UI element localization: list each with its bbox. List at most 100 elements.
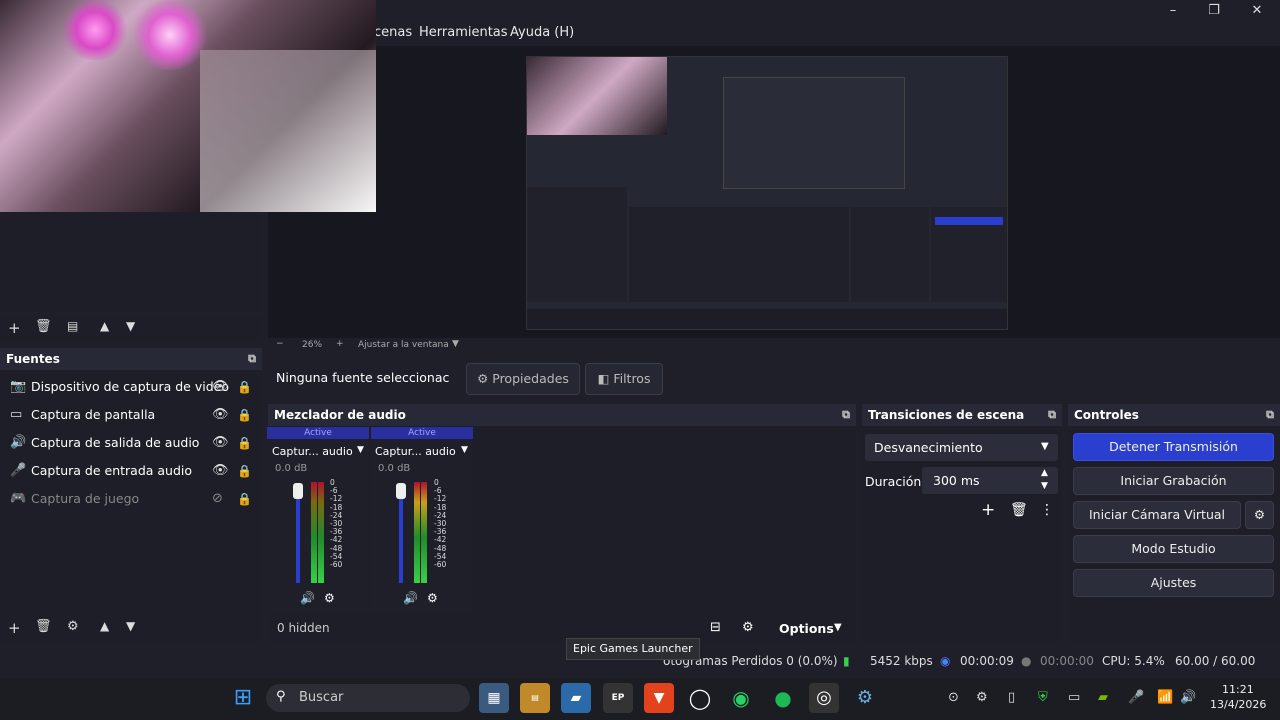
clock-time[interactable]: 11:21 — [1222, 683, 1254, 696]
chevron-down-icon[interactable]: ▼ — [357, 445, 364, 455]
options-button[interactable]: Options — [779, 621, 834, 636]
spotify-icon[interactable]: ● — [768, 683, 798, 713]
clock-date[interactable]: 13/4/2026 — [1210, 698, 1266, 711]
steam-tray-icon[interactable]: ⚙ — [976, 690, 988, 705]
lock-icon[interactable]: 🔒 — [237, 429, 252, 457]
layout-icon[interactable]: ⊟ — [710, 620, 721, 635]
lock-icon[interactable]: 🔒 — [237, 401, 252, 429]
window-app-icon[interactable]: ▦ — [479, 683, 509, 713]
speaker-icon[interactable]: 🔊 — [403, 591, 418, 605]
chevron-down-icon[interactable]: ▼ — [834, 622, 842, 633]
scene-filter-button[interactable]: ▤ — [67, 319, 78, 333]
steam-icon[interactable]: ⚙ — [850, 683, 880, 713]
duration-input[interactable]: 300 ms ▲ ▼ — [922, 467, 1058, 494]
source-row[interactable]: 🎮 Captura de juego ⊘ 🔒 — [0, 485, 262, 513]
settings-button[interactable]: Ajustes — [1073, 569, 1274, 597]
zoom-out-button[interactable]: − — [276, 339, 284, 349]
windows-start-icon[interactable]: ⊞ — [228, 683, 258, 713]
eye-icon[interactable]: 👁 — [212, 373, 229, 401]
trash-icon[interactable]: 🗑 — [35, 319, 52, 334]
studio-mode-button[interactable]: Modo Estudio — [1073, 535, 1274, 563]
nested-transitions — [851, 207, 929, 302]
source-row[interactable]: 🎤 Captura de entrada audio 👁 🔒 — [0, 457, 262, 485]
transition-select[interactable]: Desvanecimiento ▼ — [865, 434, 1058, 461]
preview-canvas[interactable] — [526, 56, 1008, 330]
wifi-icon[interactable]: 📶 — [1157, 690, 1173, 705]
slider-handle[interactable] — [396, 483, 406, 499]
filters-button[interactable]: ◧ Filtros — [585, 363, 663, 395]
zoom-in-button[interactable]: + — [336, 339, 344, 349]
sonos-icon[interactable]: ▤ — [520, 683, 550, 713]
properties-button[interactable]: ⚙ Propiedades — [466, 363, 580, 395]
speaker-icon[interactable]: 🔊 — [300, 591, 315, 605]
lock-icon[interactable]: 🔒 — [237, 457, 252, 485]
source-row[interactable]: 📷 Dispositivo de captura de video 👁 🔒 — [0, 373, 262, 401]
gear-icon[interactable]: ⚙ — [1245, 501, 1274, 529]
menu-tools[interactable]: Herramientas — [419, 25, 508, 40]
brave-icon[interactable]: ▼ — [644, 683, 674, 713]
epic-games-icon[interactable]: EP — [603, 683, 633, 713]
move-down-button[interactable]: ▼ — [126, 619, 135, 633]
volume-slider[interactable] — [296, 487, 300, 583]
audio-settings-icon[interactable]: ⚙ — [427, 591, 438, 605]
add-scene-button[interactable]: + — [8, 319, 21, 337]
channel-name[interactable]: Captur... audio — [375, 445, 456, 458]
slider-handle[interactable] — [293, 483, 303, 499]
taskbar-search[interactable]: ⚲ Buscar — [266, 684, 470, 712]
gear-icon[interactable]: ⚙ — [67, 619, 79, 634]
volume-slider[interactable] — [399, 487, 403, 583]
trash-icon[interactable]: 🗑 — [35, 619, 52, 634]
record-time: 00:00:00 — [1040, 654, 1094, 668]
eye-icon[interactable]: 👁 — [212, 401, 229, 429]
photos-icon[interactable]: ▰ — [561, 683, 591, 713]
obs-icon[interactable]: ◎ — [809, 683, 839, 713]
source-row[interactable]: ▭ Captura de pantalla 👁 🔒 — [0, 401, 262, 429]
decrement-icon[interactable]: ▼ — [1041, 481, 1048, 491]
hidden-count[interactable]: 0 hidden — [277, 621, 330, 635]
source-row[interactable]: 🔊 Captura de salida de audio 👁 🔒 — [0, 429, 262, 457]
undock-icon[interactable]: ⧉ — [1266, 404, 1274, 426]
scenes-toolbar: + 🗑 ▤ ▲ ▼ — [0, 316, 262, 342]
nvidia-icon[interactable]: ▰ — [1098, 690, 1108, 705]
stop-stream-button[interactable]: Detener Transmisión — [1073, 433, 1274, 461]
undock-icon[interactable]: ⧉ — [248, 348, 256, 370]
close-button[interactable]: ✕ — [1242, 2, 1272, 20]
add-transition-button[interactable]: + — [981, 500, 995, 520]
audio-settings-icon[interactable]: ⚙ — [324, 591, 335, 605]
usb-icon[interactable]: ▯ — [1008, 690, 1015, 705]
volume-icon[interactable]: 🔊 — [1180, 690, 1196, 705]
defender-icon[interactable]: ⛨ — [1038, 690, 1048, 705]
fit-window-label[interactable]: Ajustar a la ventana — [358, 340, 449, 350]
undock-icon[interactable]: ⧉ — [842, 404, 850, 426]
more-options-icon[interactable]: ⋮ — [1040, 502, 1054, 518]
maximize-button[interactable]: ❐ — [1199, 2, 1229, 20]
add-source-button[interactable]: + — [8, 619, 21, 637]
move-down-button[interactable]: ▼ — [126, 319, 135, 333]
minimize-button[interactable]: – — [1158, 2, 1188, 20]
advanced-audio-icon[interactable]: ⚙ — [742, 620, 754, 635]
channel-name[interactable]: Captur... audio — [272, 445, 353, 458]
increment-icon[interactable]: ▲ — [1041, 468, 1048, 478]
undock-icon[interactable]: ⧉ — [1048, 404, 1056, 426]
chevron-down-icon[interactable]: ▼ — [461, 445, 468, 455]
tray-app-icon[interactable]: ⊙ — [948, 690, 959, 705]
menu-scenes[interactable]: cenas — [374, 25, 412, 40]
chevron-down-icon[interactable]: ▼ — [452, 339, 459, 349]
duration-label: Duración — [865, 474, 922, 489]
eye-icon[interactable]: 👁 — [212, 457, 229, 485]
level-meter — [311, 482, 317, 583]
eye-icon[interactable]: 👁 — [212, 429, 229, 457]
lock-icon[interactable]: 🔒 — [237, 373, 252, 401]
trash-icon[interactable]: 🗑 — [1010, 502, 1028, 518]
move-up-button[interactable]: ▲ — [100, 619, 109, 633]
virtual-camera-button[interactable]: Iniciar Cámara Virtual — [1073, 501, 1241, 529]
lock-icon[interactable]: 🔒 — [237, 485, 252, 513]
menu-help[interactable]: Ayuda (H) — [510, 25, 574, 40]
eye-hidden-icon[interactable]: ⊘ — [212, 485, 223, 513]
start-recording-button[interactable]: Iniciar Grabación — [1073, 467, 1274, 495]
display-icon[interactable]: ▭ — [1068, 690, 1080, 705]
whatsapp-icon[interactable]: ◉ — [726, 683, 756, 713]
whatsapp-icon[interactable]: ◯ — [685, 683, 715, 713]
microphone-icon[interactable]: 🎤 — [1128, 690, 1144, 705]
move-up-button[interactable]: ▲ — [100, 319, 109, 333]
